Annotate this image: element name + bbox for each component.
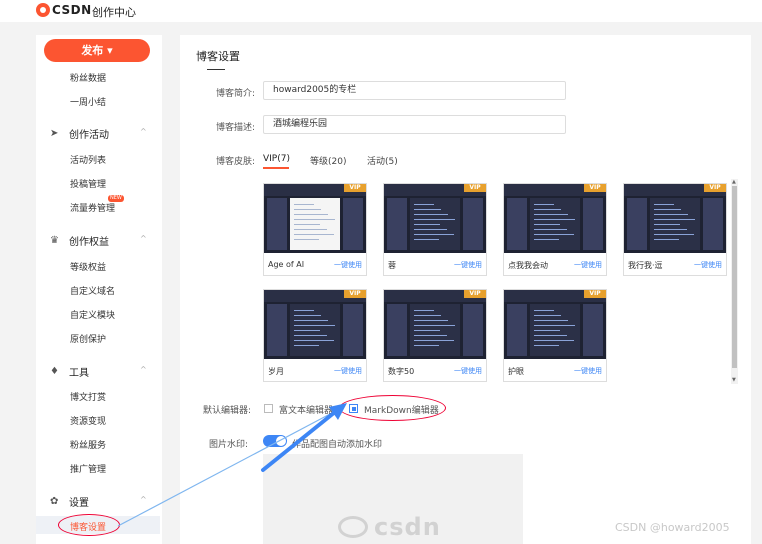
editor-label: 默认编辑器: [202,406,251,416]
vip-tag: VIP [584,184,606,192]
sidebar-group-label: 创作活动 [69,130,109,141]
sidebar-group-label: 工具 [69,368,89,379]
sidebar-item-fans-data[interactable]: 粉丝数据 [70,71,106,84]
vip-tag: VIP [704,184,726,192]
watermark-label: 图片水印: [208,440,248,450]
desc-label: 博客描述: [215,123,255,133]
skin-card[interactable]: VIP 数字50 一键使用 [383,289,487,382]
tab-level[interactable]: 等级(20) [310,154,346,167]
skin-card[interactable]: VIP 我行我·逗 一键使用 [623,183,727,276]
skin-card[interactable]: VIP Age of AI 一键使用 [263,183,367,276]
watermark-toggle-label: 作品配图自动添加水印 [292,440,383,450]
sidebar-group-label: 创作权益 [69,237,109,248]
chevron-up-icon[interactable]: ^ [140,495,147,504]
skin-name: 点我我会动 [508,261,548,270]
intro-label: 博客简介: [215,89,255,99]
desc-input[interactable]: 酒城编程乐园 [263,115,566,134]
publish-label: 发布 [81,44,104,57]
skin-name: 岁月 [268,367,284,376]
apply-skin-link[interactable]: 一键使用 [574,260,602,270]
tab-activity[interactable]: 活动(5) [367,154,398,167]
sidebar-group-tools[interactable]: ♦ 工具 [50,364,89,379]
annotation-ellipse [58,514,120,536]
skin-thumbnail[interactable] [384,290,486,359]
radio-rich-text[interactable] [264,404,273,413]
sidebar-item-activity-list[interactable]: 活动列表 [70,153,106,166]
tab-vip[interactable]: VIP(7) [263,154,290,164]
skin-thumbnail[interactable] [504,290,606,359]
sidebar-item-fan-service[interactable]: 粉丝服务 [70,438,106,451]
skin-name: 我行我·逗 [628,261,663,270]
skin-name: 数字50 [388,367,415,376]
intro-input[interactable]: howard2005的专栏 [263,81,566,100]
watermark-preview-logo: csdn [374,513,441,541]
scroll-up-icon[interactable]: ▲ [732,179,736,185]
skin-card[interactable]: VIP 护眼 一键使用 [503,289,607,382]
chevron-up-icon[interactable]: ^ [140,127,147,136]
crown-icon: ♛ [50,234,59,246]
apply-skin-link[interactable]: 一键使用 [574,366,602,376]
skin-card[interactable]: VIP 点我我会动 一键使用 [503,183,607,276]
main-title: 博客设置 [196,50,240,63]
scrollbar-thumb[interactable] [732,186,737,368]
sidebar-item-custom-module[interactable]: 自定义模块 [70,308,115,321]
sidebar-item-submission[interactable]: 投稿管理 [70,177,106,190]
skin-thumbnail[interactable] [384,184,486,253]
skin-thumbnail[interactable] [504,184,606,253]
sidebar-item-original-protection[interactable]: 原创保护 [70,332,106,345]
vip-tag: VIP [584,290,606,298]
sidebar-group-activity[interactable]: ➤ 创作活动 [50,126,109,141]
skin-name: Age of AI [268,260,305,269]
vip-tag: VIP [344,184,366,192]
sidebar-item-custom-domain[interactable]: 自定义域名 [70,284,115,297]
page-title: 创作中心 [92,6,136,19]
sidebar-item-traffic-coupon[interactable]: 流量券管理 [70,201,115,214]
apply-skin-link[interactable]: 一键使用 [454,260,482,270]
skin-thumbnail[interactable] [264,184,366,253]
skin-thumbnail[interactable] [264,290,366,359]
chevron-up-icon[interactable]: ^ [140,365,147,374]
radio-rich-text-label[interactable]: 富文本编辑器 [279,403,333,416]
sidebar-item-resource-monetization[interactable]: 资源变现 [70,414,106,427]
sidebar-item-tipping[interactable]: 博文打赏 [70,390,106,403]
apply-skin-link[interactable]: 一键使用 [694,260,722,270]
chevron-up-icon[interactable]: ^ [140,234,147,243]
publish-button[interactable]: 发布 ▾ [44,39,150,62]
paper-plane-icon: ➤ [50,127,59,139]
skin-name: 护眼 [508,367,524,376]
csdn-logo-icon[interactable] [36,3,50,17]
watermark-toggle[interactable] [263,435,287,447]
new-badge: NEW [108,195,124,202]
csdn-watermark: CSDN @howard2005 [615,521,730,534]
title-underline [207,69,225,70]
sidebar-group-label: 设置 [69,498,89,509]
vip-tag: VIP [464,184,486,192]
tool-icon: ♦ [50,365,59,377]
skin-thumbnail[interactable] [624,184,726,253]
sidebar-group-settings[interactable]: ✿ 设置 [50,494,89,509]
csdn-mascot-icon [338,516,368,538]
top-bar: CSDN 创作中心 [0,0,762,22]
logo-text[interactable]: CSDN [52,3,92,17]
chevron-down-icon: ▾ [107,44,113,57]
sidebar-item-promotion[interactable]: 推广管理 [70,462,106,475]
annotation-ellipse [339,395,446,421]
skin-label: 博客皮肤: [215,157,255,167]
apply-skin-link[interactable]: 一键使用 [334,260,362,270]
skin-card[interactable]: VIP 岁月 一键使用 [263,289,367,382]
gear-icon: ✿ [50,495,59,507]
vip-tag: VIP [464,290,486,298]
sidebar-group-rights[interactable]: ♛ 创作权益 [50,233,109,248]
tab-active-indicator [263,167,289,169]
skin-card[interactable]: VIP 蓉 一键使用 [383,183,487,276]
apply-skin-link[interactable]: 一键使用 [334,366,362,376]
scroll-down-icon[interactable]: ▼ [732,377,736,383]
sidebar-item-weekly-summary[interactable]: 一周小结 [70,95,106,108]
skin-name: 蓉 [388,261,396,270]
apply-skin-link[interactable]: 一键使用 [454,366,482,376]
vip-tag: VIP [344,290,366,298]
sidebar-item-level-rights[interactable]: 等级权益 [70,260,106,273]
